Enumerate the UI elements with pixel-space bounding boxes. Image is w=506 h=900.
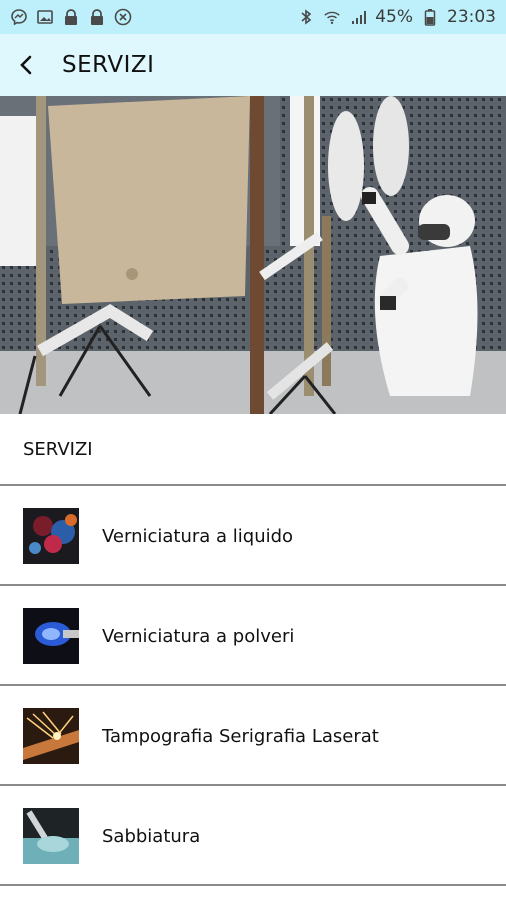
service-item-verniciatura-polveri[interactable]: Verniciatura a polveri — [0, 586, 506, 686]
lock-icon — [62, 8, 80, 26]
service-item-verniciatura-liquido[interactable]: Verniciatura a liquido — [0, 486, 506, 586]
close-circle-icon — [114, 8, 132, 26]
signal-icon — [349, 8, 367, 26]
clock: 23:03 — [447, 7, 496, 27]
status-right-icons: 45% 23:03 — [297, 7, 496, 27]
app-bar: SERVIZI — [0, 34, 506, 96]
service-list: Verniciatura a liquido Verniciatura a po… — [0, 486, 506, 886]
thumbnail-powder-painting — [23, 608, 79, 664]
service-label: Sabbiatura — [102, 825, 201, 847]
status-bar: 45% 23:03 — [0, 0, 506, 34]
status-left-icons — [10, 8, 132, 26]
messenger-icon — [10, 8, 28, 26]
back-arrow-icon — [20, 55, 32, 75]
service-item-sabbiatura[interactable]: Sabbiatura — [0, 786, 506, 886]
service-label: Verniciatura a polveri — [102, 625, 295, 647]
page-title: SERVIZI — [62, 52, 155, 78]
back-button[interactable] — [4, 43, 48, 87]
service-label: Tampografia Serigrafia Laserat — [102, 725, 379, 747]
wifi-icon — [323, 8, 341, 26]
service-item-tampografia[interactable]: Tampografia Serigrafia Laserat — [0, 686, 506, 786]
thumbnail-printing-laser — [23, 708, 79, 764]
service-label: Verniciatura a liquido — [102, 525, 294, 547]
battery-percent: 45% — [375, 7, 413, 27]
battery-icon — [421, 8, 439, 26]
thumbnail-liquid-painting — [23, 508, 79, 564]
list-divider — [0, 884, 506, 886]
bluetooth-icon — [297, 8, 315, 26]
lock-icon — [88, 8, 106, 26]
thumbnail-sandblasting — [23, 808, 79, 864]
hero-image — [0, 96, 506, 414]
section-title: SERVIZI — [23, 438, 93, 460]
image-icon — [36, 8, 54, 26]
